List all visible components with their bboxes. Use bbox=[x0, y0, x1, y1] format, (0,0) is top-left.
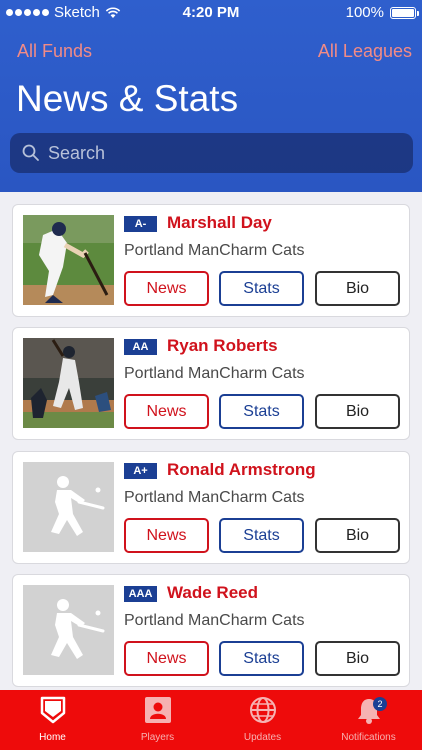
tab-home[interactable]: Home bbox=[0, 690, 105, 750]
search-icon bbox=[22, 144, 39, 161]
tab-notifications[interactable]: 2 Notifications bbox=[316, 690, 421, 750]
level-badge: A+ bbox=[124, 463, 157, 479]
all-leagues-link[interactable]: All Leagues bbox=[318, 41, 412, 62]
level-badge: AAA bbox=[124, 586, 157, 602]
globe-icon bbox=[250, 697, 276, 723]
stats-button[interactable]: Stats bbox=[219, 271, 304, 306]
player-photo bbox=[23, 338, 114, 428]
player-photo bbox=[23, 215, 114, 305]
player-list: A- Marshall Day Portland ManCharm Cats N… bbox=[0, 192, 422, 690]
battery-info: 100% bbox=[345, 4, 419, 21]
tab-players[interactable]: Players bbox=[105, 690, 210, 750]
stats-button[interactable]: Stats bbox=[219, 394, 304, 429]
page-title: News & Stats bbox=[16, 78, 239, 119]
player-card: AA Ryan Roberts Portland ManCharm Cats N… bbox=[12, 327, 410, 440]
player-card: A- Marshall Day Portland ManCharm Cats N… bbox=[12, 204, 410, 317]
bio-button[interactable]: Bio bbox=[315, 271, 400, 306]
player-card: AAA Wade Reed Portland ManCharm Cats New… bbox=[12, 574, 410, 687]
battery-percent: 100% bbox=[345, 4, 384, 21]
tab-label: Notifications bbox=[341, 732, 396, 743]
tab-bar: Home Players Updates 2 Notifications bbox=[0, 690, 422, 750]
stats-button[interactable]: Stats bbox=[219, 641, 304, 676]
bio-button[interactable]: Bio bbox=[315, 394, 400, 429]
header: Sketch 4:20 PM 100% All Funds All League… bbox=[0, 0, 422, 192]
news-button[interactable]: News bbox=[124, 271, 209, 306]
player-name[interactable]: Ronald Armstrong bbox=[167, 460, 316, 480]
team-name: Portland ManCharm Cats bbox=[124, 612, 305, 629]
battery-icon bbox=[390, 6, 419, 19]
tab-label: Home bbox=[39, 732, 66, 743]
team-name: Portland ManCharm Cats bbox=[124, 489, 305, 506]
level-badge: AA bbox=[124, 339, 157, 355]
status-bar: Sketch 4:20 PM 100% bbox=[0, 0, 422, 24]
tab-label: Players bbox=[140, 732, 175, 743]
player-name[interactable]: Wade Reed bbox=[167, 583, 258, 603]
tab-updates[interactable]: Updates bbox=[210, 690, 315, 750]
tab-label: Updates bbox=[243, 732, 282, 743]
bio-button[interactable]: Bio bbox=[315, 641, 400, 676]
player-photo-placeholder bbox=[23, 462, 114, 552]
level-badge: A- bbox=[124, 216, 157, 232]
player-name[interactable]: Ryan Roberts bbox=[167, 336, 278, 356]
bio-button[interactable]: Bio bbox=[315, 518, 400, 553]
search-bar[interactable] bbox=[10, 133, 413, 173]
news-button[interactable]: News bbox=[124, 641, 209, 676]
notification-badge: 2 bbox=[373, 697, 387, 711]
news-button[interactable]: News bbox=[124, 394, 209, 429]
search-input[interactable] bbox=[48, 142, 388, 164]
player-card: A+ Ronald Armstrong Portland ManCharm Ca… bbox=[12, 451, 410, 564]
news-button[interactable]: News bbox=[124, 518, 209, 553]
player-name[interactable]: Marshall Day bbox=[167, 213, 272, 233]
all-funds-link[interactable]: All Funds bbox=[17, 41, 92, 62]
player-photo-placeholder bbox=[23, 585, 114, 675]
stats-button[interactable]: Stats bbox=[219, 518, 304, 553]
home-plate-icon bbox=[40, 696, 66, 724]
player-card-icon bbox=[145, 697, 171, 723]
team-name: Portland ManCharm Cats bbox=[124, 365, 305, 382]
team-name: Portland ManCharm Cats bbox=[124, 242, 305, 259]
